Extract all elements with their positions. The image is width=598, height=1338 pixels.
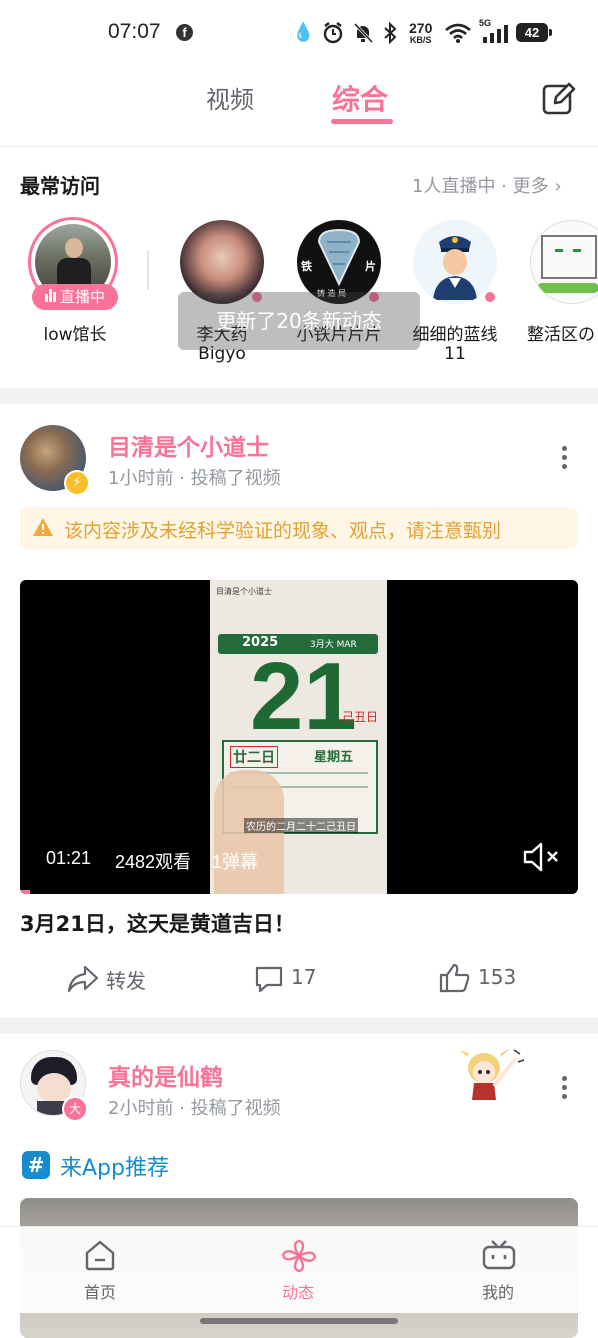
- muted-speaker-icon[interactable]: [522, 842, 560, 872]
- post-meta: 2小时前 · 投稿了视频: [108, 1098, 281, 1119]
- nav-home-label: 首页: [84, 1283, 117, 1302]
- like-button[interactable]: 153: [438, 960, 528, 994]
- anime-girl-sticker: [460, 1048, 524, 1100]
- topic-tag[interactable]: 来App推荐: [60, 1150, 169, 1182]
- edit-icon[interactable]: [542, 82, 576, 116]
- new-updates-toast[interactable]: 更新了20条新动态: [178, 292, 420, 350]
- calendar-lunar: 廿二日: [230, 746, 278, 768]
- facebook-icon: f: [176, 24, 193, 41]
- nav-mine[interactable]: 我的: [468, 1237, 530, 1307]
- warning-icon: [33, 518, 53, 536]
- video-progress-bar: [20, 890, 30, 894]
- more-options-icon[interactable]: [562, 446, 568, 473]
- post-meta: 1小时前 · 投稿了视频: [108, 468, 281, 489]
- drop-icon: 💧: [292, 22, 315, 43]
- mute-bell-icon: [353, 22, 374, 44]
- video-duration: 01:21: [46, 848, 92, 868]
- comment-button[interactable]: 17: [253, 962, 333, 996]
- guitar-pick-logo: [317, 228, 361, 286]
- divider: [147, 250, 149, 290]
- most-visited-more-link[interactable]: 1人直播中 · 更多 ›: [412, 172, 562, 198]
- section-separator: [0, 388, 598, 404]
- update-dot: [483, 290, 497, 304]
- tab-video[interactable]: 视频: [206, 80, 254, 115]
- net-speed-value: 270: [409, 20, 433, 36]
- author-name[interactable]: 目清是个小道士: [108, 428, 269, 462]
- like-count: 153: [478, 965, 517, 989]
- nav-dynamic[interactable]: 动态: [268, 1237, 330, 1307]
- gesture-home-bar[interactable]: [200, 1318, 398, 1324]
- calendar-weekday: 星期五: [314, 750, 354, 765]
- video-player[interactable]: 目清是个小道士 2025 3月大 MAR 21 己丑日 廿二日 星期五 农历的二…: [20, 580, 578, 894]
- video-caption: 农历的二月二十二己丑日: [244, 818, 358, 833]
- bluetooth-icon: [384, 22, 397, 44]
- share-icon: [67, 965, 99, 993]
- visited-user-name: low馆长: [43, 325, 107, 345]
- tv-icon: [482, 1240, 516, 1270]
- visited-user-name: 整活区の: [527, 325, 595, 345]
- logo-text-right: 片: [365, 260, 376, 273]
- more-options-icon[interactable]: [562, 1076, 568, 1103]
- comment-count: 17: [291, 965, 317, 989]
- content-warning-text: 该内容涉及未经科学验证的现象、观点，请注意甄别: [64, 520, 502, 542]
- post-title[interactable]: 3月21日，这天是黄道吉日！: [20, 908, 295, 938]
- status-time: 07:07: [108, 20, 161, 43]
- police-officer-icon: [433, 236, 477, 300]
- share-label: 转发: [106, 969, 146, 993]
- pinwheel-icon: [281, 1239, 317, 1273]
- top-tab-bar: 视频 综合: [0, 66, 598, 147]
- visited-user-5[interactable]: 整活区の: [512, 214, 598, 364]
- tab-all[interactable]: 综合: [332, 78, 388, 118]
- video-views: 2482观看: [115, 852, 192, 872]
- net-speed-unit: KB/S: [409, 35, 432, 45]
- wifi-icon: [445, 23, 471, 43]
- nav-mine-label: 我的: [482, 1283, 515, 1302]
- video-frame: 目清是个小道士 2025 3月大 MAR 21 己丑日 廿二日 星期五 农历的二…: [210, 580, 387, 894]
- share-button[interactable]: 转发: [66, 962, 156, 996]
- logo-text-left: 铁: [301, 260, 312, 273]
- content-warning-banner: 该内容涉及未经科学验证的现象、观点，请注意甄别: [20, 507, 578, 549]
- live-badge: 直播中: [32, 284, 118, 310]
- live-bars-icon: [52, 292, 56, 302]
- battery-level: 42: [516, 23, 552, 42]
- author-name[interactable]: 真的是仙鹤: [108, 1058, 223, 1092]
- tab-active-indicator: [331, 119, 393, 124]
- calendar-ganzhi: 己丑日: [342, 710, 379, 724]
- net-speed: 270 KB/S: [409, 21, 432, 45]
- most-visited-title: 最常访问: [20, 174, 100, 198]
- video-danmaku-count: 1弹幕: [212, 852, 259, 872]
- calendar-day: 21: [250, 643, 357, 750]
- member-badge: 大: [62, 1096, 88, 1122]
- nav-home[interactable]: 首页: [70, 1237, 130, 1307]
- status-bar: 07:07 f 💧 270 KB/S 5G 42: [0, 0, 598, 66]
- live-badge-label: 直播中: [59, 288, 105, 306]
- lightning-badge-icon: ⚡: [64, 470, 90, 496]
- thumbs-up-icon: [439, 963, 470, 993]
- hashtag-icon: #: [22, 1151, 50, 1179]
- alarm-icon: [323, 22, 343, 44]
- video-watermark: 目清是个小道士: [216, 587, 272, 596]
- avatar: [530, 220, 598, 304]
- signal-icon: [483, 25, 508, 43]
- nav-dynamic-label: 动态: [282, 1283, 315, 1302]
- bottom-navigation: 首页 动态 我的: [0, 1226, 598, 1313]
- home-icon: [85, 1240, 115, 1271]
- section-separator: [0, 1018, 598, 1034]
- comment-icon: [255, 966, 283, 993]
